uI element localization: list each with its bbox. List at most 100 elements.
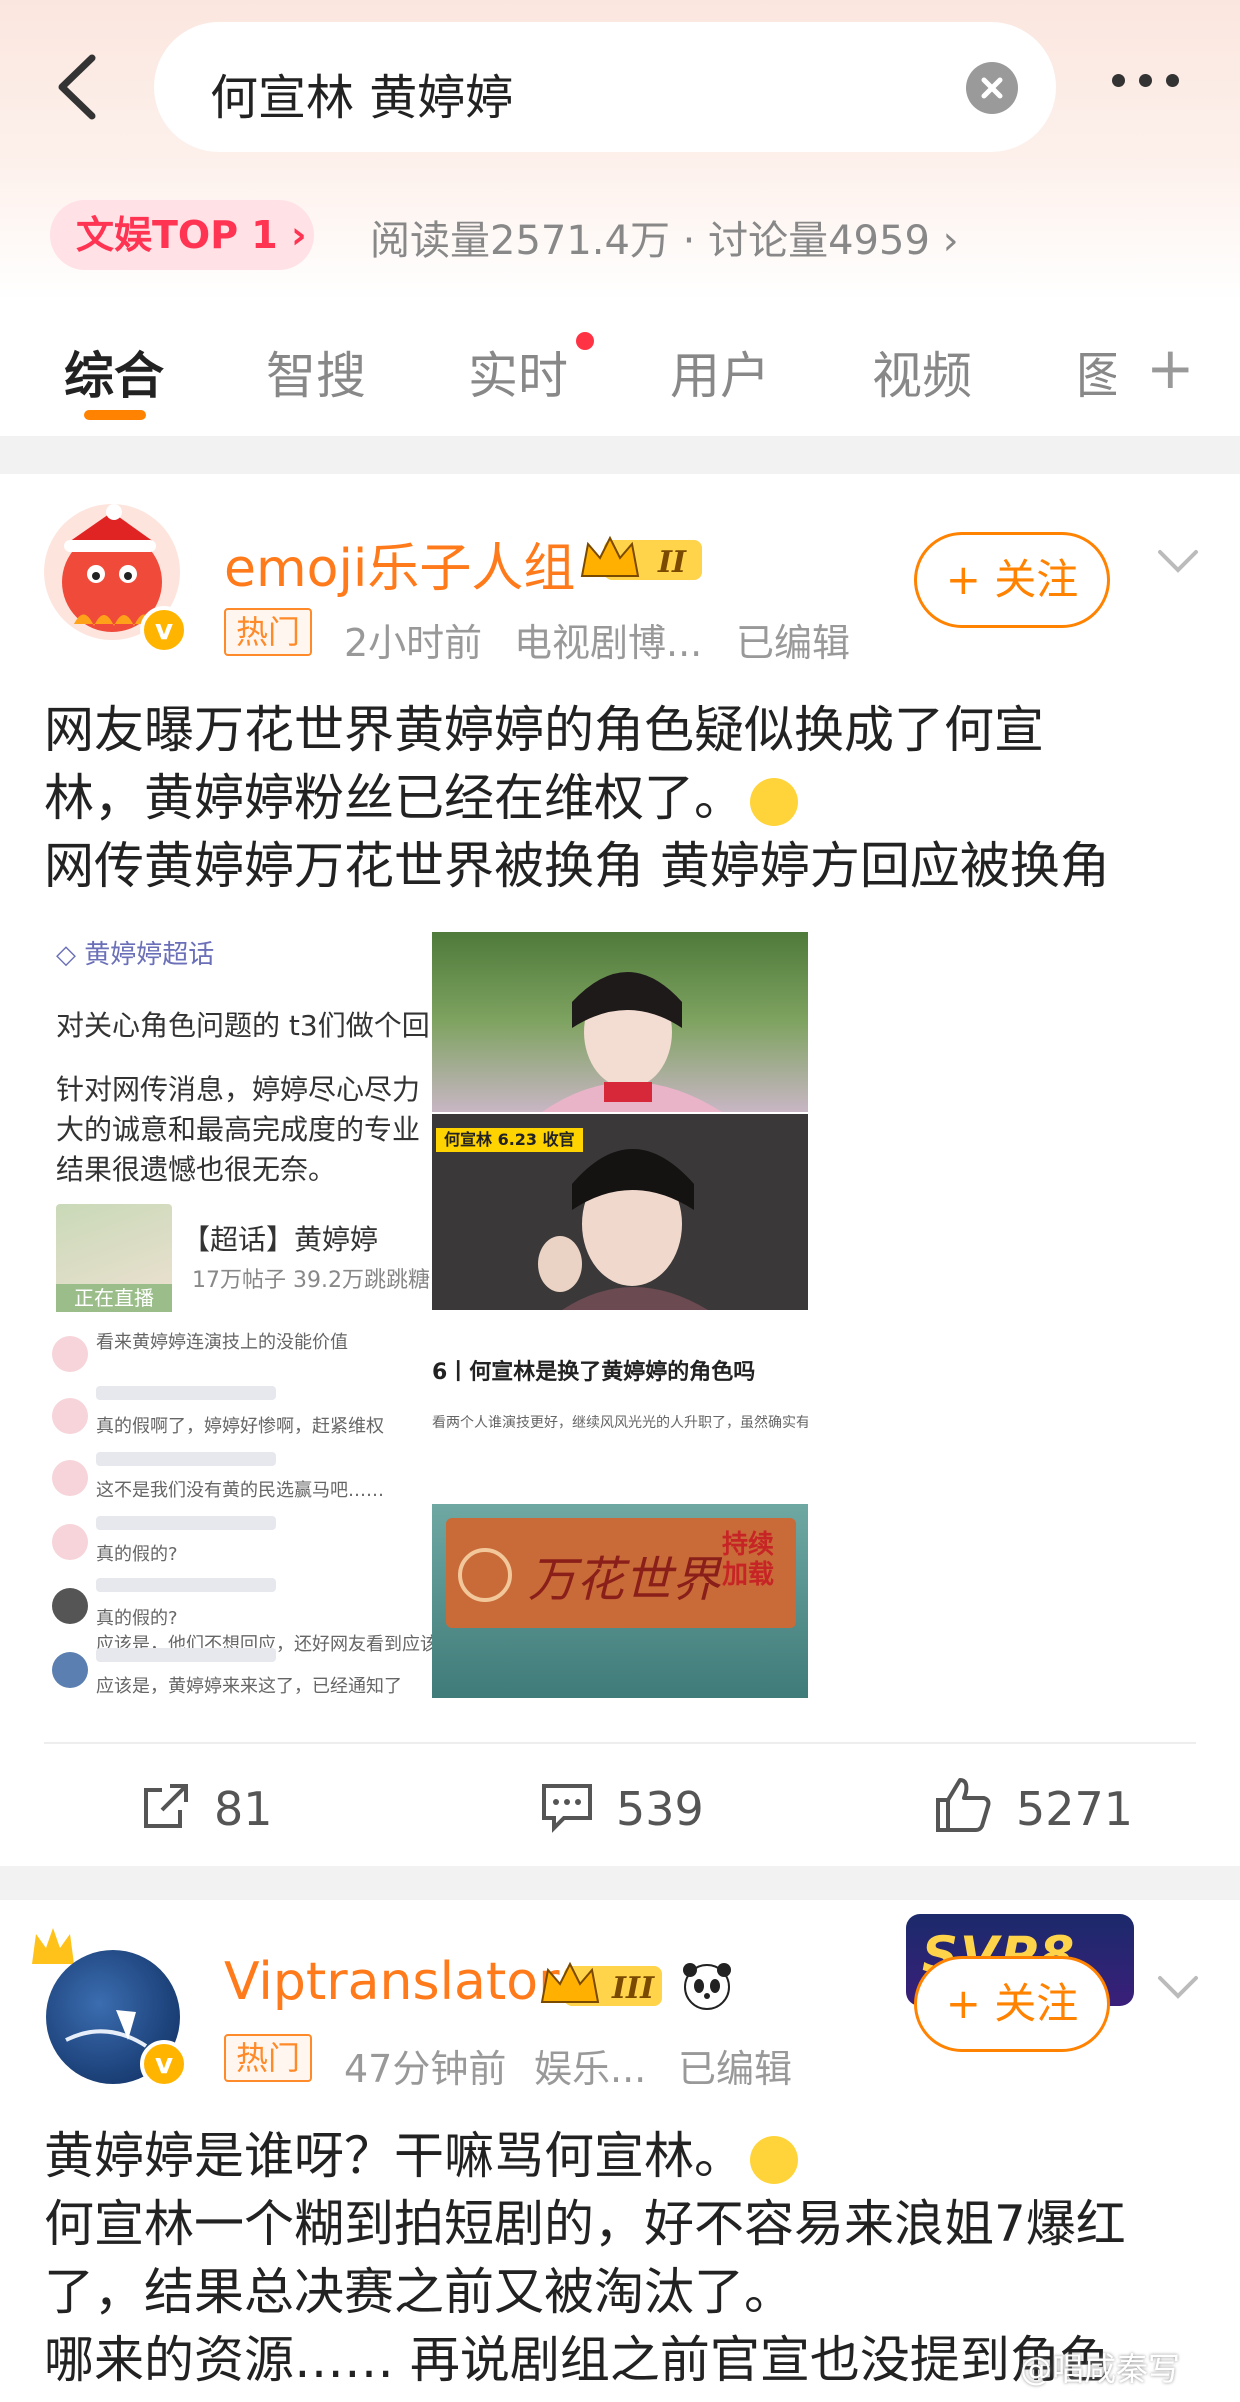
post-text-line: 黄婷婷是谁呀？干嘛骂何宣林。 (44, 2122, 1204, 2190)
post-action-bar: 81 539 5271 (0, 1744, 1240, 1864)
vip-level-icon: II (580, 535, 702, 580)
image-text-line: 针对网传消息，婷婷尽心尽力 (56, 1073, 421, 1106)
repost-count[interactable]: 81 (214, 1782, 273, 1836)
tab-images[interactable]: 图 (1076, 336, 1116, 408)
post-text-line: 何宣林一个糊到拍短剧的，好不容易来浪姐7爆红 (44, 2195, 1126, 2253)
post-time: 2小时前 (344, 621, 483, 665)
image-caption: 6丨何宣林是换了黄婷婷的角色吗 (432, 1360, 756, 1385)
back-arrow-icon[interactable] (50, 52, 110, 122)
tab-comprehensive[interactable]: 综合 (64, 336, 164, 408)
active-tab-indicator (84, 410, 146, 420)
post-text-line: 林，黄婷婷粉丝已经在维权了。 (44, 764, 1204, 832)
tab-smart-search[interactable]: 智搜 (266, 336, 366, 408)
verified-icon: v (140, 606, 188, 654)
edited-label: 已编辑 (678, 2047, 793, 2091)
supertopic-card-stats: 17万帖子 39.2万跳跳糖 (192, 1268, 430, 1293)
svg-text:II: II (657, 545, 687, 580)
comment-avatar (52, 1398, 88, 1434)
post-image-still-1[interactable] (432, 932, 808, 1112)
image-tag: 何宣林 6.23 收官 (436, 1128, 583, 1152)
post-source[interactable]: 电视剧博... (514, 612, 702, 667)
search-query-text: 何宣林 黄婷婷 (210, 70, 514, 126)
search-input[interactable]: 何宣林 黄婷婷 (154, 22, 1056, 152)
hot-badge: 热门 (224, 608, 313, 656)
post-text-segment: 黄婷婷是谁呀？干嘛骂何宣林。 (44, 2127, 744, 2185)
post-text-line: 了，结果总决赛之前又被淘汰了。 (44, 2263, 794, 2321)
panda-emoji-icon (683, 1963, 731, 2010)
svg-text:III: III (611, 1971, 655, 2006)
tab-users[interactable]: 用户 (670, 336, 770, 408)
comment-name-blur (96, 1386, 276, 1400)
tab-realtime[interactable]: 实时 (468, 336, 568, 408)
comment-text: 这不是我们没有黄的民选赢马吧…… (96, 1480, 384, 1501)
post-source[interactable]: 娱乐... (534, 2038, 646, 2093)
tab-videos[interactable]: 视频 (872, 336, 972, 408)
comment-name-blur (96, 1578, 276, 1592)
hot-badge: 热门 (224, 2034, 313, 2082)
repost-icon[interactable] (140, 1780, 192, 1832)
comment-avatar (52, 1524, 88, 1560)
like-icon[interactable] (934, 1776, 992, 1834)
crown-decoration-icon (32, 1928, 74, 1964)
laugh-cry-emoji-icon (750, 777, 798, 826)
search-header: 何宣林 黄婷婷 文娱TOP 1 › 阅读量2571.4万 · 讨论量4959 › (0, 0, 1240, 300)
like-count[interactable]: 5271 (1016, 1782, 1133, 1836)
topic-rank-label: 文娱TOP 1 (76, 213, 278, 257)
more-options-icon[interactable] (1106, 74, 1186, 94)
chevron-right-icon: › (929, 218, 959, 264)
post-time: 47分钟前 (344, 2047, 507, 2091)
poster-title: 万花世界 (528, 1552, 721, 1608)
post-text: 网友曝万花世界黄婷婷的角色疑似换成了何宣 林，黄婷婷粉丝已经在维权了。 网传黄婷… (44, 696, 1204, 900)
post-card[interactable]: v emoji乐子人组 II 热门 2小时前 电视剧博... 已编辑 + 关注 … (0, 474, 1240, 1866)
verified-icon: v (140, 2040, 188, 2088)
chevron-down-icon[interactable] (1156, 1972, 1200, 2002)
supertopic-card-title: 【超话】黄婷婷 (182, 1223, 379, 1256)
comment-text: 看来黄婷婷连演技上的没能价值 (96, 1332, 348, 1353)
comment-avatar (52, 1588, 88, 1624)
edited-label: 已编辑 (736, 621, 851, 665)
comment-avatar (52, 1336, 88, 1372)
topic-rank-badge[interactable]: 文娱TOP 1 › (50, 200, 314, 270)
post-text-segment: 林，黄婷婷粉丝已经在维权了。 (44, 769, 744, 827)
post-image-poster[interactable]: 万花世界 持续加载 (432, 1504, 808, 1698)
comment-name-blur (96, 1452, 276, 1466)
poster-subtitle: 持续加载 (722, 1530, 775, 1590)
comment-avatar (52, 1652, 88, 1688)
post-image-left[interactable]: ◇ 黄婷婷超话 对关心角色问题的 t3们做个回 针对网传消息，婷婷尽心尽力 大的… (44, 928, 564, 1698)
image-subcaption: 看两个人谁演技更好，继续风风光光的人升职了，虽然确实有效参赛了但是开机 (432, 1415, 808, 1431)
topic-stats-text: 阅读量2571.4万 · 讨论量4959 (370, 218, 930, 264)
post-username[interactable]: emoji乐子人组 (224, 526, 575, 601)
comment-name-blur (96, 1648, 276, 1662)
comment-text: 真的假啊了，婷婷好惨啊，赶紧维权 (96, 1416, 384, 1437)
watermark: @唱咸秦写 (1020, 2350, 1181, 2388)
image-text-line: 大的诚意和最高完成度的专业 (56, 1113, 421, 1146)
post-text-line: 网友曝万花世界黄婷婷的角色疑似换成了何宣 (44, 701, 1044, 759)
supertopic-cover-image: 正在直播 (56, 1204, 172, 1312)
add-tab-icon[interactable]: + (1146, 334, 1195, 402)
live-tag: 正在直播 (56, 1284, 172, 1312)
notification-dot (576, 332, 594, 350)
chevron-right-icon: › (277, 213, 307, 257)
post-image-still-2[interactable]: 何宣林 6.23 收官 (432, 1114, 808, 1310)
clear-search-icon[interactable] (966, 62, 1018, 114)
comment-avatar (52, 1460, 88, 1496)
post-text-line: 网传黄婷婷万花世界被换角 黄婷婷方回应被换角 (44, 837, 1110, 895)
comment-text: 应该是，黄婷婷来来这了，已经通知了 (96, 1676, 402, 1697)
follow-button[interactable]: + 关注 (914, 1956, 1110, 2052)
comment-count[interactable]: 539 (616, 1782, 704, 1836)
follow-button[interactable]: + 关注 (914, 532, 1110, 628)
image-text-line: 结果很遗憾也很无奈。 (56, 1153, 337, 1186)
vip-level-icon: III (540, 1961, 662, 2006)
supertopic-label: ◇ 黄婷婷超话 (56, 940, 215, 970)
comment-name-blur (96, 1516, 276, 1530)
supertopic-label-text: 黄婷婷超话 (84, 940, 215, 970)
post-card[interactable]: v Viptranslator III SVP8 + 关注 热门 47分钟前 娱… (0, 1900, 1240, 2402)
chevron-down-icon[interactable] (1156, 546, 1200, 576)
comment-icon[interactable] (540, 1780, 594, 1834)
comment-text: 真的假的? (96, 1608, 178, 1629)
post-username[interactable]: Viptranslator (224, 1952, 559, 2012)
topic-stats[interactable]: 阅读量2571.4万 · 讨论量4959 › (370, 208, 959, 266)
image-text-line: 对关心角色问题的 t3们做个回 (56, 1009, 430, 1042)
comment-text: 真的假的? (96, 1544, 178, 1565)
poster-logo-icon (458, 1548, 512, 1602)
